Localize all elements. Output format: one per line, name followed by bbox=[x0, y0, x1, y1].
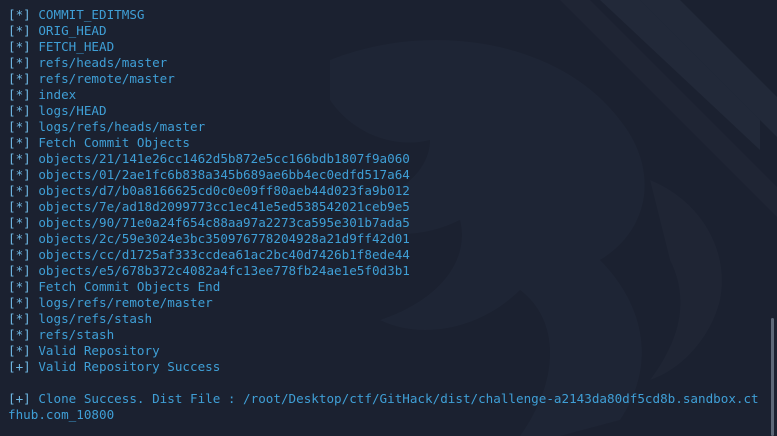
output-text: ORIG_HEAD bbox=[38, 23, 107, 38]
terminal-output[interactable]: [*] COMMIT_EDITMSG [*] ORIG_HEAD [*] FET… bbox=[0, 0, 766, 436]
output-text: Clone Success. Dist File : /root/Desktop… bbox=[8, 391, 759, 422]
output-line: [*] COMMIT_EDITMSG bbox=[8, 7, 766, 23]
status-marker: [*] bbox=[8, 247, 31, 262]
status-marker: [*] bbox=[8, 23, 31, 38]
output-line: [+] Valid Repository Success bbox=[8, 359, 766, 375]
output-line: [*] objects/d7/b0a8166625cd0c0e09ff80aeb… bbox=[8, 183, 766, 199]
status-marker: [*] bbox=[8, 231, 31, 246]
status-marker: [*] bbox=[8, 87, 31, 102]
status-marker: [*] bbox=[8, 295, 31, 310]
status-marker: [*] bbox=[8, 199, 31, 214]
output-line: [*] objects/90/71e0a24f654c88aa97a2273ca… bbox=[8, 215, 766, 231]
output-line: [*] objects/e5/678b372c4082a4fc13ee778fb… bbox=[8, 263, 766, 279]
output-line: [*] index bbox=[8, 87, 766, 103]
status-marker: [+] bbox=[8, 359, 31, 374]
status-marker: [*] bbox=[8, 183, 31, 198]
output-line: [*] objects/7e/ad18d2099773cc1ec41e5ed53… bbox=[8, 199, 766, 215]
status-marker: [*] bbox=[8, 39, 31, 54]
output-text: objects/90/71e0a24f654c88aa97a2273ca595e… bbox=[38, 215, 410, 230]
status-marker: [*] bbox=[8, 55, 31, 70]
output-text: Valid Repository Success bbox=[38, 359, 221, 374]
output-text: refs/remote/master bbox=[38, 71, 175, 86]
output-text: COMMIT_EDITMSG bbox=[38, 7, 145, 22]
output-text: objects/e5/678b372c4082a4fc13ee778fb24ae… bbox=[38, 263, 410, 278]
status-marker: [*] bbox=[8, 135, 31, 150]
status-marker: [*] bbox=[8, 167, 31, 182]
output-text: objects/cc/d1725af333ccdea61ac2bc40d7426… bbox=[38, 247, 410, 262]
status-marker: [*] bbox=[8, 151, 31, 166]
status-marker: [*] bbox=[8, 311, 31, 326]
output-line: [*] objects/21/141e26cc1462d5b872e5cc166… bbox=[8, 151, 766, 167]
output-line: [*] objects/2c/59e3024e3bc35097677820492… bbox=[8, 231, 766, 247]
output-text: FETCH_HEAD bbox=[38, 39, 115, 54]
output-text: objects/01/2ae1fc6b838a345b689ae6bb4ec0e… bbox=[38, 167, 410, 182]
output-line: [*] ORIG_HEAD bbox=[8, 23, 766, 39]
output-text: Valid Repository bbox=[38, 343, 160, 358]
status-marker: [*] bbox=[8, 103, 31, 118]
output-text: objects/d7/b0a8166625cd0c0e09ff80aeb44d0… bbox=[38, 183, 410, 198]
terminal-scrollbar[interactable] bbox=[767, 0, 777, 436]
output-text: objects/2c/59e3024e3bc350976778204928a21… bbox=[38, 231, 410, 246]
status-marker: [*] bbox=[8, 327, 31, 342]
status-marker: [*] bbox=[8, 215, 31, 230]
output-line: [*] Fetch Commit Objects End bbox=[8, 279, 766, 295]
output-line: [*] refs/remote/master bbox=[8, 71, 766, 87]
output-line: [*] Valid Repository bbox=[8, 343, 766, 359]
output-line: [*] logs/refs/heads/master bbox=[8, 119, 766, 135]
status-marker: [*] bbox=[8, 71, 31, 86]
output-line: [*] refs/stash bbox=[8, 327, 766, 343]
output-text: index bbox=[38, 87, 77, 102]
output-line: [*] objects/01/2ae1fc6b838a345b689ae6bb4… bbox=[8, 167, 766, 183]
output-line: [*] FETCH_HEAD bbox=[8, 39, 766, 55]
scrollbar-thumb[interactable] bbox=[771, 318, 774, 436]
output-line: [*] objects/cc/d1725af333ccdea61ac2bc40d… bbox=[8, 247, 766, 263]
output-text: objects/7e/ad18d2099773cc1ec41e5ed538542… bbox=[38, 199, 410, 214]
status-marker: [*] bbox=[8, 343, 31, 358]
output-text: refs/stash bbox=[38, 327, 115, 342]
output-line: [*] Fetch Commit Objects bbox=[8, 135, 766, 151]
output-text: Fetch Commit Objects bbox=[38, 135, 190, 150]
output-text: objects/21/141e26cc1462d5b872e5cc166bdb1… bbox=[38, 151, 410, 166]
output-text: logs/refs/stash bbox=[38, 311, 153, 326]
status-marker: [*] bbox=[8, 7, 31, 22]
output-text: refs/heads/master bbox=[38, 55, 168, 70]
output-line: [*] logs/refs/remote/master bbox=[8, 295, 766, 311]
output-line: [*] logs/HEAD bbox=[8, 103, 766, 119]
status-marker: [+] bbox=[8, 391, 31, 406]
output-line: [*] refs/heads/master bbox=[8, 55, 766, 71]
output-text: logs/refs/heads/master bbox=[38, 119, 206, 134]
output-text: logs/refs/remote/master bbox=[38, 295, 213, 310]
output-text: logs/HEAD bbox=[38, 103, 107, 118]
status-marker: [*] bbox=[8, 119, 31, 134]
output-line: [*] logs/refs/stash bbox=[8, 311, 766, 327]
clone-success-message: [+] Clone Success. Dist File : /root/Des… bbox=[8, 391, 764, 423]
status-marker: [*] bbox=[8, 263, 31, 278]
output-text: Fetch Commit Objects End bbox=[38, 279, 221, 294]
status-marker: [*] bbox=[8, 279, 31, 294]
